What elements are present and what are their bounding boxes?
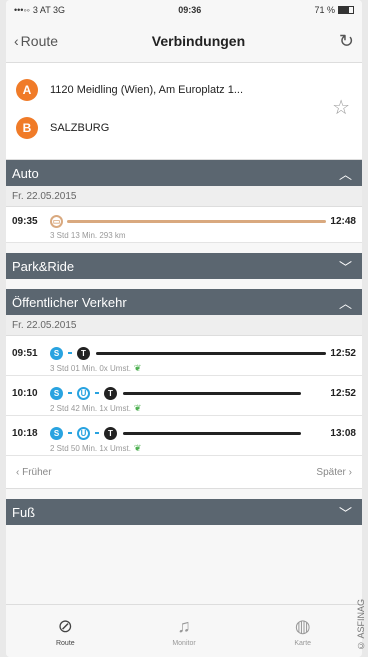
section-parkride-header[interactable]: Park&Ride ﹀ xyxy=(6,253,362,279)
favorite-star-icon[interactable]: ☆ xyxy=(332,95,350,120)
date-row-oev: Fr. 22.05.2015 xyxy=(6,315,362,336)
conn-info: 3 Std 13 Min. 293 km xyxy=(50,231,126,240)
arr-time: 12:48 xyxy=(330,215,356,227)
dep-time: 10:10 xyxy=(12,387,38,399)
chevron-up-icon: ︿ xyxy=(338,166,352,182)
route-bar xyxy=(123,431,301,435)
s-bahn-icon: S xyxy=(50,426,63,440)
u-bahn-icon: U xyxy=(77,426,90,440)
carrier: 3 AT 3G xyxy=(32,5,66,15)
stop-from-text: 1120 Meidling (Wien), Am Europlatz 1... xyxy=(50,84,243,96)
car-icon: ▭ xyxy=(50,214,63,228)
stop-from[interactable]: A 1120 Meidling (Wien), Am Europlatz 1..… xyxy=(16,71,352,109)
dep-time: 10:18 xyxy=(12,427,38,439)
dep-time: 09:35 xyxy=(12,215,38,227)
stop-to-text: SALZBURG xyxy=(50,122,110,134)
arr-time: 12:52 xyxy=(330,347,356,359)
pager: ‹ Früher Später › xyxy=(6,456,362,489)
section-fuss-header[interactable]: Fuß ﹀ xyxy=(6,499,362,525)
tab-bar: ⊘ Route ♫ Monitor ◍ Karte xyxy=(6,604,362,657)
train-icon: T xyxy=(104,386,117,400)
date-row-auto: Fr. 22.05.2015 xyxy=(6,186,362,207)
leaf-icon: ❦ xyxy=(133,363,142,373)
later-button[interactable]: Später › xyxy=(316,467,352,478)
section-oev-header[interactable]: Öffentlicher Verkehr ︿ xyxy=(6,289,362,315)
signal-icon: •••◦◦ xyxy=(14,5,30,15)
tab-monitor[interactable]: ♫ Monitor xyxy=(125,605,244,657)
page-title: Verbindungen xyxy=(151,33,246,49)
earlier-button[interactable]: ‹ Früher xyxy=(16,467,52,478)
arr-time: 12:52 xyxy=(330,387,356,399)
connection-row[interactable]: 10:10 S U T 12:52 2 Std 42 Min. 1x Umst.… xyxy=(6,376,362,416)
nav-bar: ‹ Route Verbindungen ↻ xyxy=(6,20,362,63)
tab-route[interactable]: ⊘ Route xyxy=(6,605,125,657)
connection-row[interactable]: 10:18 S U T 13:08 2 Std 50 Min. 1x Umst.… xyxy=(6,416,362,456)
section-auto-header[interactable]: Auto ︿ xyxy=(6,160,362,186)
dep-time: 09:51 xyxy=(12,347,38,359)
back-button[interactable]: ‹ Route xyxy=(14,33,58,49)
conn-info: 3 Std 01 Min. 0x Umst. xyxy=(50,364,131,373)
marker-b-icon: B xyxy=(16,117,38,139)
connection-auto[interactable]: 09:35 ▭ 12:48 3 Std 13 Min. 293 km xyxy=(6,207,362,243)
conn-info: 2 Std 42 Min. 1x Umst. xyxy=(50,404,131,413)
route-bar xyxy=(67,219,327,223)
arr-time: 13:08 xyxy=(330,427,356,439)
clock: 09:36 xyxy=(178,5,202,15)
battery-icon xyxy=(337,6,354,14)
route-card: A 1120 Meidling (Wien), Am Europlatz 1..… xyxy=(6,63,362,160)
battery-percent: 71 % xyxy=(314,5,335,15)
chevron-down-icon: ﹀ xyxy=(338,505,352,521)
chevron-down-icon: ﹀ xyxy=(338,259,352,275)
route-bar xyxy=(96,351,327,355)
phone-screen: •••◦◦ 3 AT 3G 09:36 71 % ‹ Route Verbindun… xyxy=(6,0,362,657)
globe-icon: ◍ xyxy=(294,615,311,636)
leaf-icon: ❦ xyxy=(133,403,142,413)
tab-karte[interactable]: ◍ Karte xyxy=(243,605,362,657)
monitor-icon: ♫ xyxy=(177,615,191,636)
marker-a-icon: A xyxy=(16,79,38,101)
status-bar: •••◦◦ 3 AT 3G 09:36 71 % xyxy=(6,0,362,20)
leaf-icon: ❦ xyxy=(133,443,142,453)
conn-info: 2 Std 50 Min. 1x Umst. xyxy=(50,444,131,453)
s-bahn-icon: S xyxy=(50,346,63,360)
compass-icon: ⊘ xyxy=(57,615,73,636)
copyright-text: © ASFINAG xyxy=(356,599,366,651)
route-bar xyxy=(123,391,301,395)
chevron-up-icon: ︿ xyxy=(338,295,352,311)
connection-row[interactable]: 09:51 S T 12:52 3 Std 01 Min. 0x Umst. ❦ xyxy=(6,336,362,376)
s-bahn-icon: S xyxy=(50,386,63,400)
refresh-icon[interactable]: ↻ xyxy=(339,31,354,52)
stop-to[interactable]: B SALZBURG xyxy=(16,109,352,147)
u-bahn-icon: U xyxy=(77,386,90,400)
train-icon: T xyxy=(77,346,90,360)
train-icon: T xyxy=(104,426,117,440)
chevron-left-icon: ‹ xyxy=(14,33,19,49)
